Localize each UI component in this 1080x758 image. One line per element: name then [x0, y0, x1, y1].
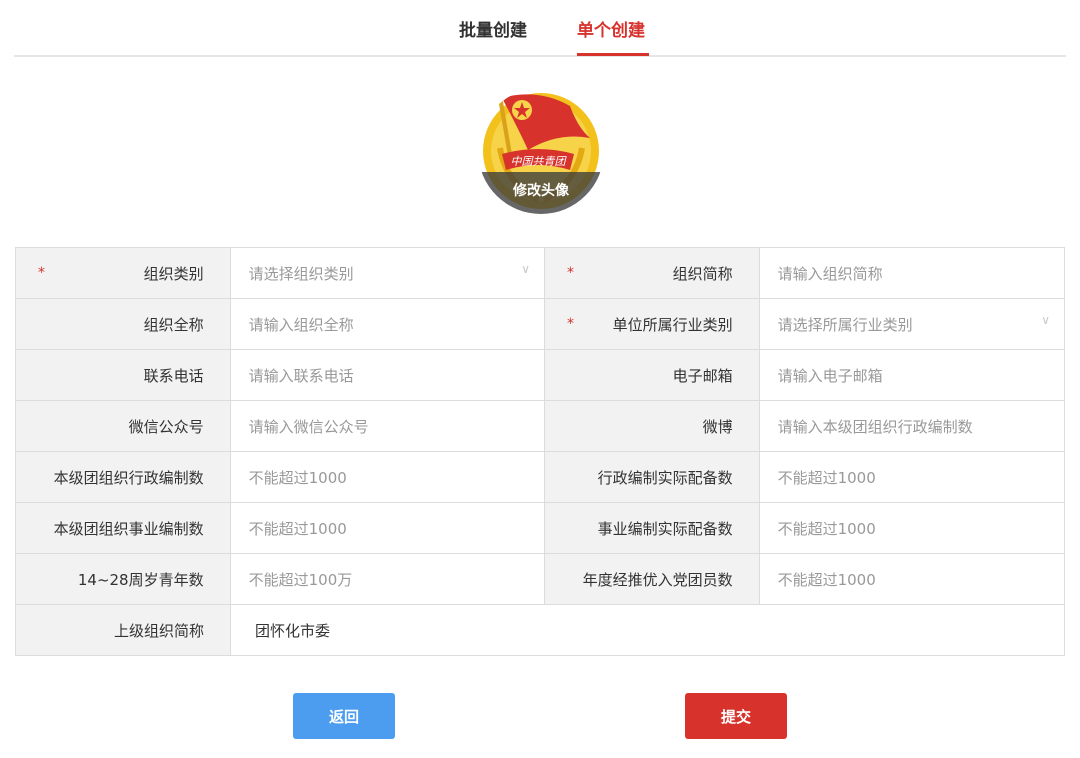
active-tab-indicator: [577, 53, 649, 56]
youth-count-input[interactable]: 不能超过100万: [231, 554, 545, 604]
field-label: 微信公众号: [16, 401, 231, 451]
label-party-recommend: 年度经推优入党团员数: [582, 570, 733, 589]
institution-quota-input[interactable]: 不能超过1000: [231, 503, 545, 553]
field-label: 电子邮箱: [544, 350, 760, 400]
label-institution-actual: 事业编制实际配备数: [597, 519, 733, 538]
form-row: 本级团组织行政编制数 不能超过1000 行政编制实际配备数 不能超过1000: [16, 452, 1064, 503]
institution-quota-placeholder: 不能超过1000: [248, 519, 347, 538]
chevron-down-icon: ∨: [1041, 313, 1050, 327]
field-label: 微博: [544, 401, 760, 451]
party-recommend-input[interactable]: 不能超过1000: [760, 554, 1064, 604]
admin-actual-placeholder: 不能超过1000: [777, 468, 876, 487]
form-row: 14~28周岁青年数 不能超过100万 年度经推优入党团员数 不能超过1000: [16, 554, 1064, 605]
field-label: 年度经推优入党团员数: [544, 554, 760, 604]
weibo-placeholder: 请输入本级团组织行政编制数: [777, 417, 973, 436]
wechat-input[interactable]: 请输入微信公众号: [231, 401, 545, 451]
avatar-upload[interactable]: 中国共青团 修改头像: [478, 88, 604, 214]
form-row: 上级组织简称 团怀化市委: [16, 605, 1064, 656]
admin-quota-input[interactable]: 不能超过1000: [231, 452, 545, 502]
label-email: 电子邮箱: [672, 366, 733, 385]
field-label: 联系电话: [16, 350, 231, 400]
required-mark: *: [38, 265, 45, 281]
label-org-short-name: 组织简称: [672, 264, 733, 283]
form-row: * 组织类别 请选择组织类别 ∨ * 组织简称 请输入组织简称: [16, 248, 1064, 299]
admin-actual-input[interactable]: 不能超过1000: [760, 452, 1064, 502]
label-admin-quota: 本级团组织行政编制数: [53, 468, 204, 487]
org-full-name-placeholder: 请输入组织全称: [248, 315, 354, 334]
form-row: 本级团组织事业编制数 不能超过1000 事业编制实际配备数 不能超过1000: [16, 503, 1064, 554]
youth-count-placeholder: 不能超过100万: [248, 570, 353, 589]
org-full-name-input[interactable]: 请输入组织全称: [231, 299, 545, 349]
wechat-placeholder: 请输入微信公众号: [248, 417, 369, 436]
tab-single-create[interactable]: 单个创建: [577, 16, 645, 41]
field-label: 事业编制实际配备数: [544, 503, 760, 553]
field-label: 14~28周岁青年数: [16, 554, 231, 604]
label-org-category: 组织类别: [143, 264, 204, 283]
institution-actual-input[interactable]: 不能超过1000: [760, 503, 1064, 553]
phone-input[interactable]: 请输入联系电话: [231, 350, 545, 400]
field-label: * 单位所属行业类别: [544, 299, 760, 349]
label-industry-category: 单位所属行业类别: [612, 315, 733, 334]
org-create-form: * 组织类别 请选择组织类别 ∨ * 组织简称 请输入组织简称 组织全称 请输入…: [15, 247, 1065, 656]
form-row: 微信公众号 请输入微信公众号 微博 请输入本级团组织行政编制数: [16, 401, 1064, 452]
form-row: 联系电话 请输入联系电话 电子邮箱 请输入电子邮箱: [16, 350, 1064, 401]
industry-category-placeholder: 请选择所属行业类别: [777, 315, 913, 334]
label-phone: 联系电话: [143, 366, 204, 385]
label-wechat: 微信公众号: [128, 417, 204, 436]
tab-bar: 批量创建 单个创建: [14, 0, 1066, 57]
field-label: 本级团组织事业编制数: [16, 503, 231, 553]
org-category-placeholder: 请选择组织类别: [248, 264, 354, 283]
org-short-name-placeholder: 请输入组织简称: [777, 264, 883, 283]
submit-button[interactable]: 提交: [685, 693, 787, 739]
field-label: * 组织简称: [544, 248, 760, 298]
back-button[interactable]: 返回: [293, 693, 395, 739]
field-label: 上级组织简称: [16, 605, 231, 655]
required-mark: *: [566, 316, 574, 332]
email-input[interactable]: 请输入电子邮箱: [760, 350, 1064, 400]
org-short-name-input[interactable]: 请输入组织简称: [760, 248, 1064, 298]
institution-actual-placeholder: 不能超过1000: [777, 519, 876, 538]
phone-placeholder: 请输入联系电话: [248, 366, 354, 385]
admin-quota-placeholder: 不能超过1000: [248, 468, 347, 487]
tab-batch-create[interactable]: 批量创建: [459, 16, 527, 41]
change-avatar-label[interactable]: 修改头像: [478, 180, 604, 200]
email-placeholder: 请输入电子邮箱: [777, 366, 883, 385]
field-label: * 组织类别: [16, 248, 231, 298]
required-mark: *: [566, 265, 574, 281]
industry-category-select[interactable]: 请选择所属行业类别 ∨: [760, 299, 1064, 349]
org-category-select[interactable]: 请选择组织类别 ∨: [231, 248, 545, 298]
chevron-down-icon: ∨: [521, 262, 530, 276]
field-label: 本级团组织行政编制数: [16, 452, 231, 502]
parent-org-text: 团怀化市委: [255, 621, 331, 640]
field-label: 行政编制实际配备数: [544, 452, 760, 502]
label-institution-quota: 本级团组织事业编制数: [53, 519, 204, 538]
label-youth-count: 14~28周岁青年数: [77, 570, 204, 589]
label-org-full-name: 组织全称: [143, 315, 204, 334]
label-weibo: 微博: [702, 417, 733, 436]
party-recommend-placeholder: 不能超过1000: [777, 570, 876, 589]
parent-org-value: 团怀化市委: [231, 605, 536, 655]
label-parent-org: 上级组织简称: [113, 621, 204, 640]
field-label: 组织全称: [16, 299, 231, 349]
weibo-input[interactable]: 请输入本级团组织行政编制数: [760, 401, 1064, 451]
emblem-text: 中国共青团: [511, 155, 568, 168]
label-admin-actual: 行政编制实际配备数: [597, 468, 733, 487]
form-row: 组织全称 请输入组织全称 * 单位所属行业类别 请选择所属行业类别 ∨: [16, 299, 1064, 350]
